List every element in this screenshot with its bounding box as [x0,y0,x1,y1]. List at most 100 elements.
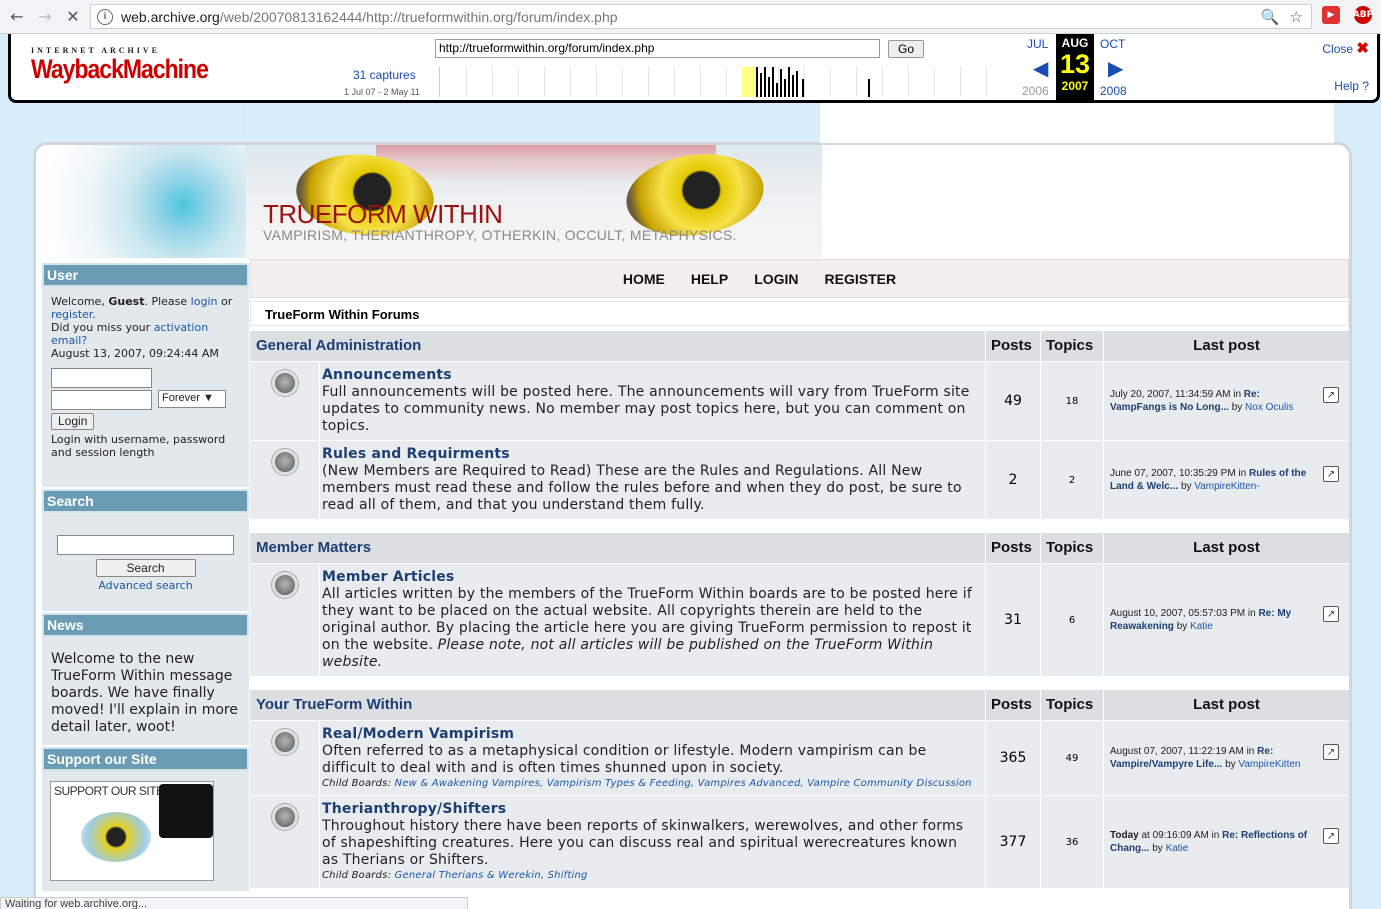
last-post-icon[interactable]: ↗ [1323,744,1339,760]
zoom-icon[interactable]: 🔍 [1261,8,1280,26]
last-post-user[interactable]: Katie [1166,843,1189,854]
child-boards: Child Boards: General Therians & Werekin… [322,869,977,882]
prev-year-link[interactable]: 2006 [1022,84,1049,98]
support-image-label: SUPPORT OUR SITE [54,784,164,798]
last-post-icon[interactable]: ↗ [1323,606,1339,622]
wayback-close-button[interactable]: Close ✖ [1322,39,1369,57]
prev-month-link[interactable]: JUL [1027,37,1048,51]
board-description: All articles written by the members of t… [322,586,977,671]
breadcrumb[interactable]: TrueForm Within Forums [250,301,1349,326]
search-button[interactable]: Search [95,559,196,577]
board-last-post: August 07, 2007, 11:22:19 AM in Re: Vamp… [1104,721,1349,795]
address-bar[interactable]: i web.archive.org/web/20070813162444/htt… [90,4,1312,29]
next-capture-icon[interactable]: ▶ [1108,56,1123,81]
support-eye-art [81,812,151,862]
site-banner[interactable]: TRUEFORM WITHIN VAMPIRISM, THERIANTHROPY… [246,145,822,258]
menu-login[interactable]: LOGIN [754,271,798,287]
no-new-posts-icon [271,370,298,396]
stop-icon[interactable]: ✕ [62,6,84,28]
prev-capture-icon[interactable]: ◀ [1033,56,1048,81]
last-post-by: by [1176,621,1188,632]
col-topics: Topics [1041,533,1104,563]
category-spacer [250,676,1349,690]
blank-area [820,103,1334,143]
adblock-icon[interactable]: ABP [1353,6,1373,24]
last-post-icon[interactable]: ↗ [1323,387,1339,403]
last-post-today: Today [1110,830,1139,841]
board-last-post: July 20, 2007, 11:34:59 AM in Re: VampFa… [1104,362,1349,440]
news-panel: Welcome to the new TrueForm Within messa… [42,637,249,745]
last-post-user[interactable]: VampireKitten- [1194,481,1259,492]
last-post-user[interactable]: Katie [1190,621,1213,632]
last-post-icon[interactable]: ↗ [1323,466,1339,482]
login-button[interactable]: Login [51,413,95,430]
last-post-user[interactable]: Nox Oculis [1245,402,1293,413]
child-boards: Child Boards: New & Awakening Vampires, … [322,777,977,790]
wayback-help-link[interactable]: Help ? [1334,79,1369,93]
board-description: Often referred to as a metaphysical cond… [322,743,927,776]
current-month: AUG [1061,36,1089,50]
board-link[interactable]: Member Articles [322,569,454,585]
capture-sparkline[interactable] [439,67,989,97]
login-help-text: Login with username, password and sessio… [51,433,226,459]
category-header: General Administration Posts Topics Last… [250,331,1349,361]
category-title[interactable]: Member Matters [250,533,986,563]
last-post-icon[interactable]: ↗ [1323,828,1339,844]
session-length-value: Forever [162,392,200,404]
guest-label: Guest [108,295,145,308]
last-post-by: by [1225,759,1236,770]
login-link[interactable]: login [191,295,218,308]
welcome-text: Welcome, Guest. Please login or register… [51,295,233,321]
search-input[interactable] [57,535,234,555]
child-boards-links[interactable]: New & Awakening Vampires, Vampirism Type… [395,778,972,789]
back-icon[interactable]: ← [6,6,28,28]
board-link[interactable]: Therianthropy/Shifters [322,801,506,817]
wayback-go-button[interactable]: Go [888,40,924,58]
user-panel: Welcome, Guest. Please login or register… [42,287,249,487]
banner-subtitle: VAMPIRISM, THERIANTHROPY, OTHERKIN, OCCU… [263,227,737,243]
board-last-post: Today at 09:16:09 AM in Re: Reflections … [1104,796,1349,888]
category-title[interactable]: General Administration [250,331,986,361]
next-year-link[interactable]: 2008 [1100,84,1127,98]
last-post-by: by [1152,843,1163,854]
wayback-toolbar: INTERNET ARCHIVE WaybackMachine http://t… [8,34,1380,103]
captures-link[interactable]: 31 captures [353,68,416,82]
board-link[interactable]: Rules and Requirments [322,446,510,462]
board-posts: 31 [986,564,1041,676]
support-panel: SUPPORT OUR SITE [42,771,249,891]
wayback-logo[interactable]: WaybackMachine [31,54,209,85]
child-boards-label: Child Boards: [322,778,392,789]
menu-register[interactable]: REGISTER [825,271,897,287]
col-topics: Topics [1041,331,1104,361]
menu-help[interactable]: HELP [691,271,728,287]
category-title[interactable]: Your TrueForm Within [250,690,986,720]
advanced-search-link[interactable]: Advanced search [98,579,192,592]
info-icon[interactable]: i [97,8,113,25]
search-header: Search [42,489,249,513]
current-date: August 13, 2007, 09:24:44 AM [51,347,219,360]
board-description: Full announcements will be posted here. … [322,384,970,434]
username-field[interactable] [51,368,152,388]
bookmark-star-icon[interactable]: ☆ [1290,8,1303,26]
board-info: Announcements Full announcements will be… [320,362,986,440]
last-post-user[interactable]: VampireKitten [1238,759,1300,770]
board-link[interactable]: Real/Modern Vampirism [322,726,514,742]
extension-icon[interactable]: ▶ [1322,6,1340,24]
child-boards-links[interactable]: General Therians & Werekin, Shifting [395,870,588,881]
next-month-link[interactable]: OCT [1100,37,1125,51]
menu-home[interactable]: HOME [623,271,665,287]
board-posts: 49 [986,362,1041,440]
forward-icon[interactable]: → [34,6,56,28]
board-link[interactable]: Announcements [322,367,452,383]
col-last-post: Last post [1193,539,1260,556]
session-length-select[interactable]: Forever ▼ [158,390,226,408]
support-our-site-image[interactable]: SUPPORT OUR SITE [50,781,214,881]
child-boards-label: Child Boards: [322,870,392,881]
activation-text: Did you miss your activation email? [51,321,240,347]
register-link[interactable]: register [51,308,92,321]
board-info: Member Articles All articles written by … [320,564,986,676]
password-field[interactable] [51,390,152,410]
welcome-prefix: Welcome, [51,295,105,308]
current-year: 2007 [1061,79,1089,93]
wayback-url-input[interactable]: http://trueformwithin.org/forum/index.ph… [435,39,880,58]
